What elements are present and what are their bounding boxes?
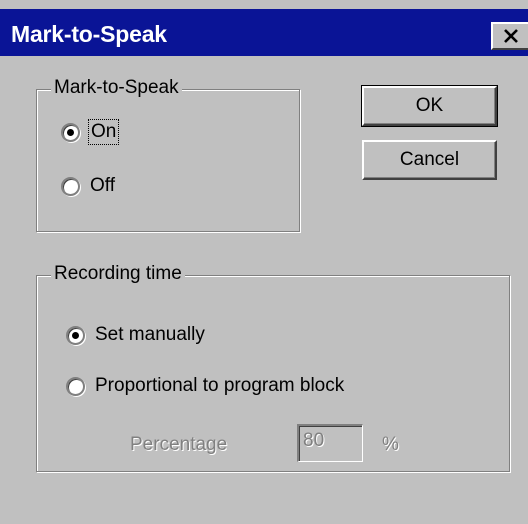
window-title: Mark-to-Speak <box>11 21 167 47</box>
ok-button[interactable]: OK <box>361 85 498 127</box>
radio-set-manually-label: Set manually <box>95 324 205 345</box>
recording-time-group <box>36 275 510 472</box>
close-button[interactable] <box>491 22 528 50</box>
title-bar[interactable]: Mark-to-Speak <box>0 9 528 56</box>
radio-set-manually-indicator[interactable] <box>66 325 85 345</box>
recording-time-group-label: Recording time <box>51 263 185 285</box>
cancel-button[interactable]: Cancel <box>362 140 497 180</box>
percentage-input[interactable]: 80 <box>297 424 363 462</box>
radio-set-manually[interactable]: Set manually <box>66 324 205 346</box>
radio-proportional-label: Proportional to program block <box>95 375 345 396</box>
radio-on[interactable]: On <box>61 119 120 145</box>
percentage-label: Percentage <box>130 434 228 455</box>
radio-proportional-indicator[interactable] <box>66 376 85 396</box>
mark-to-speak-group <box>36 89 300 232</box>
radio-proportional[interactable]: Proportional to program block <box>66 375 344 397</box>
radio-off[interactable]: Off <box>61 175 115 197</box>
percentage-unit: % <box>382 434 399 455</box>
radio-off-label: Off <box>90 175 115 196</box>
radio-on-indicator[interactable] <box>61 122 80 142</box>
mark-to-speak-group-label: Mark-to-Speak <box>51 77 182 99</box>
radio-off-indicator[interactable] <box>61 176 80 196</box>
radio-on-label: On <box>87 119 120 145</box>
mark-to-speak-dialog: Mark-to-Speak Mark-to-Speak On Off OK Ca… <box>0 0 528 524</box>
close-icon <box>503 29 518 43</box>
